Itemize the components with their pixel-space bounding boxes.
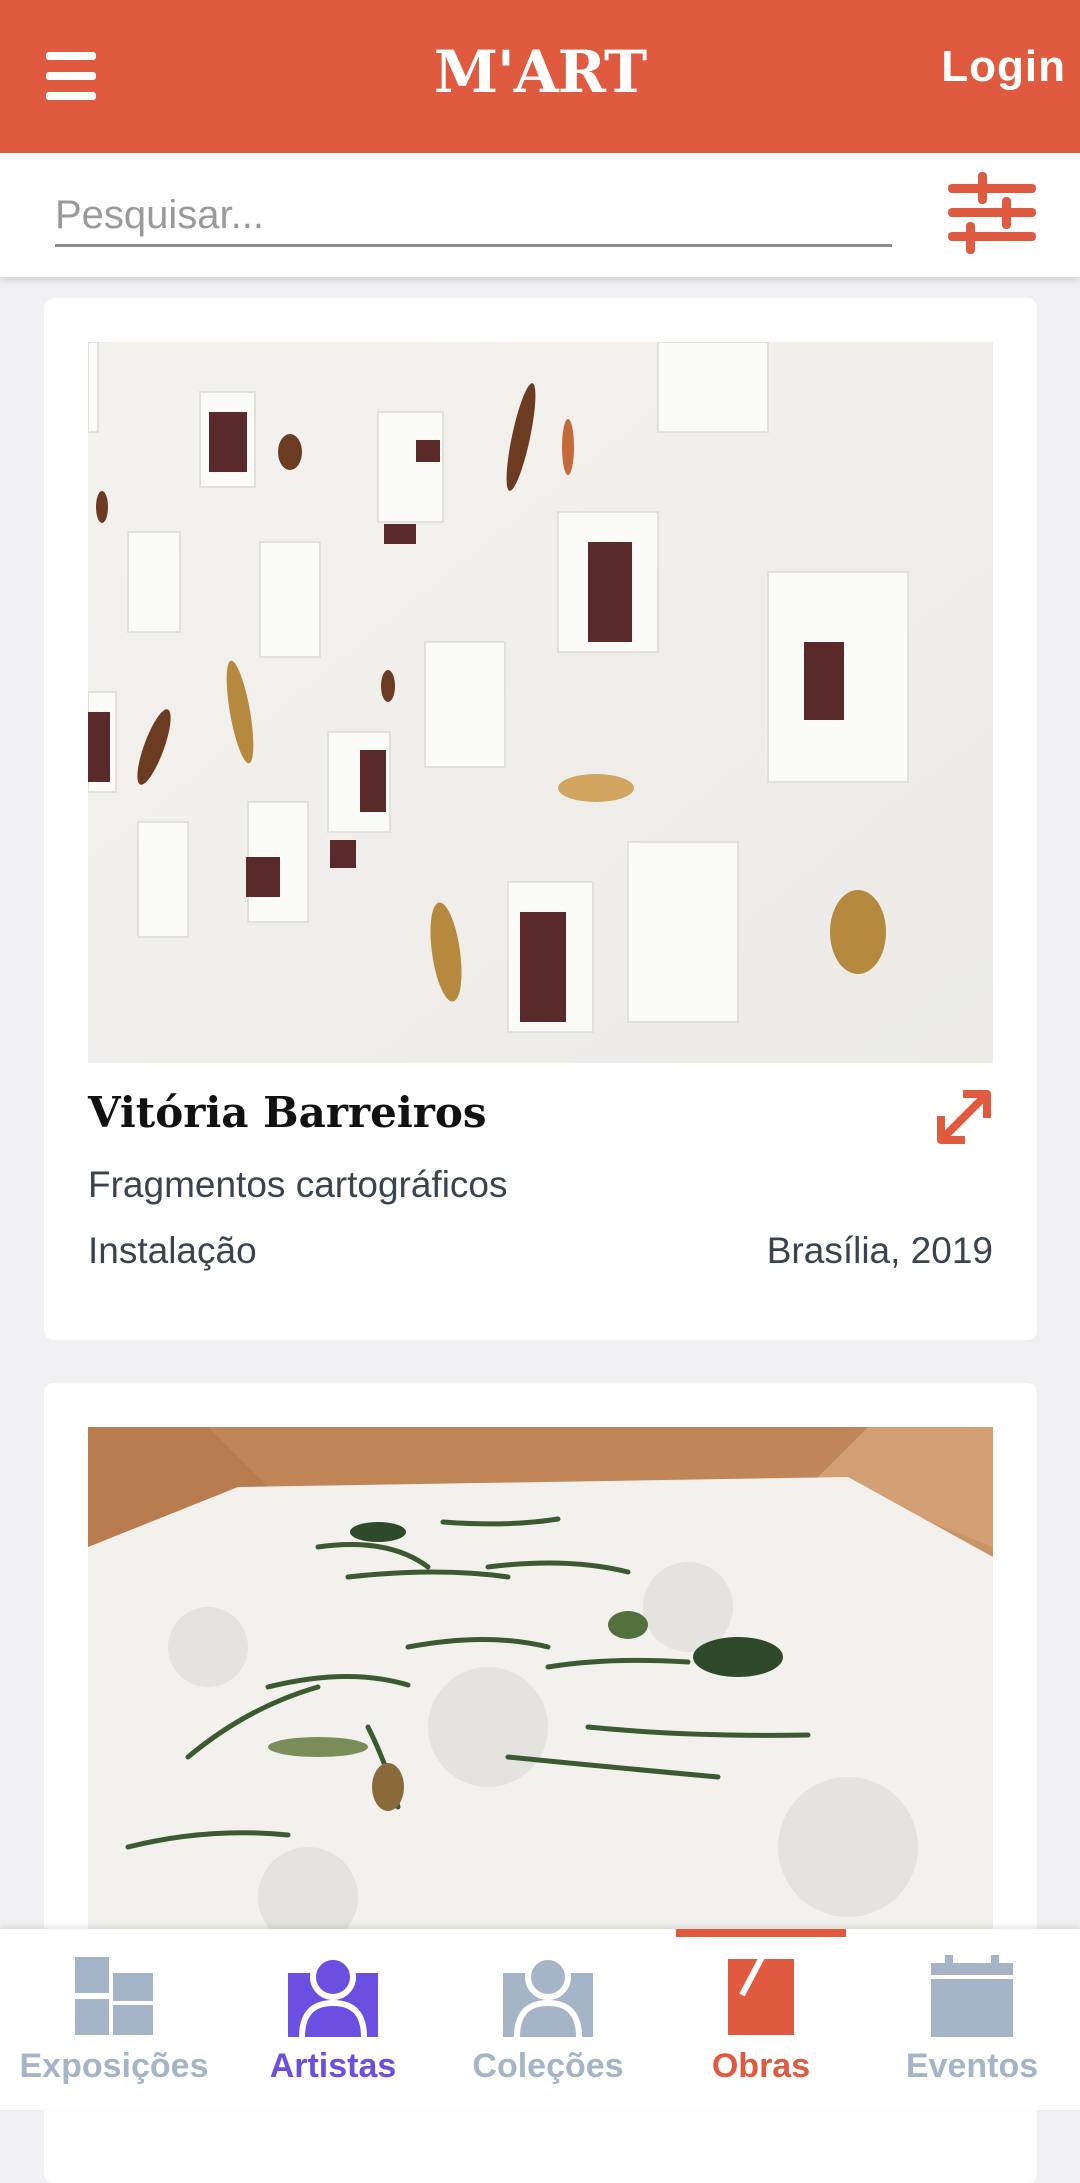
artist-name[interactable]: Vitória Barreiros [88, 1088, 487, 1137]
person-icon [288, 1955, 378, 2037]
filter-sliders-icon[interactable] [946, 172, 1038, 254]
nav-label: Coleções [472, 2047, 624, 2085]
expand-icon[interactable] [933, 1086, 995, 1148]
nav-label: Artistas [269, 2047, 397, 2085]
search-bar [0, 153, 1080, 277]
artwork-icon [728, 1955, 794, 2035]
artwork-image[interactable] [88, 1427, 993, 1967]
nav-label: Exposições [19, 2047, 209, 2085]
search-input[interactable] [55, 187, 892, 247]
nav-label: Eventos [905, 2047, 1039, 2085]
artwork-title: Fragmentos cartográficos [88, 1164, 508, 1205]
nav-tab-colecoes[interactable]: Coleções [438, 1929, 658, 2110]
artwork-image[interactable] [88, 342, 993, 1063]
artwork-card[interactable]: Vitória Barreiros Fragmentos cartográfic… [44, 298, 1037, 1340]
app-logo: M'ART [433, 38, 647, 106]
artwork-type: Instalação [88, 1230, 257, 1271]
login-button[interactable]: Login [941, 42, 1066, 92]
calendar-icon [931, 1955, 1013, 2037]
artwork-location-year: Brasília, 2019 [766, 1230, 993, 1271]
nav-label: Obras [711, 2047, 811, 2085]
nav-tab-exposicoes[interactable]: Exposições [0, 1929, 228, 2110]
person-icon [503, 1955, 593, 2037]
nav-tab-artistas[interactable]: Artistas [228, 1929, 438, 2110]
grid-icon [75, 1957, 153, 2035]
top-app-bar: M'ART Login [0, 0, 1080, 153]
bottom-navigation: Exposições Artistas Coleções Obras Event… [0, 1929, 1080, 2110]
nav-tab-eventos[interactable]: Eventos [864, 1929, 1080, 2110]
nav-tab-obras[interactable]: Obras [658, 1929, 864, 2110]
